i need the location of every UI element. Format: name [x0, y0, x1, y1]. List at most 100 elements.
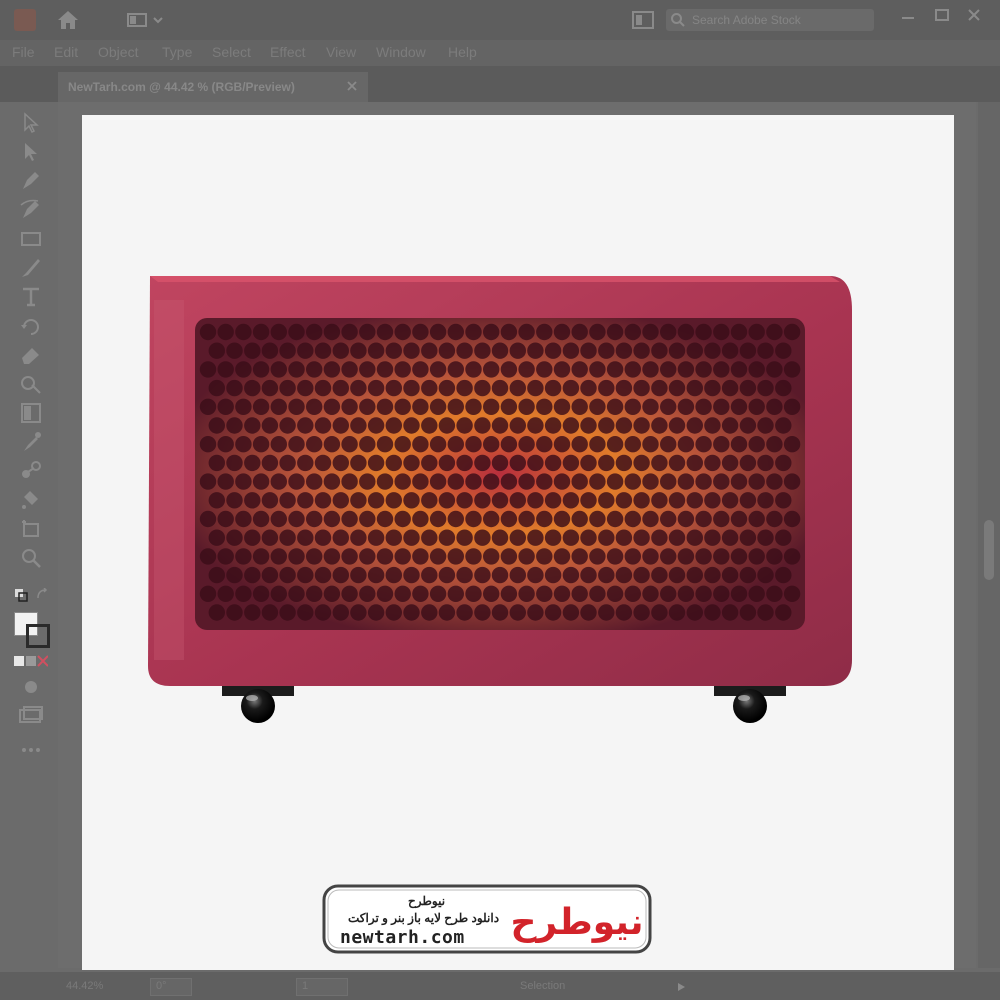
type-tool-icon[interactable] [18, 284, 44, 310]
menu-effect[interactable]: Effect [270, 44, 306, 60]
paintbrush-tool-icon[interactable] [18, 255, 44, 281]
grille-hole [235, 510, 252, 528]
menu-type[interactable]: Type [162, 44, 192, 60]
eraser-tool-icon[interactable] [18, 342, 44, 368]
grille-hole [721, 417, 739, 434]
grille-hole [306, 361, 323, 378]
grille-hole [642, 548, 659, 565]
grille-hole [633, 417, 650, 434]
screen-mode-icon[interactable] [18, 706, 44, 724]
play-icon[interactable] [676, 982, 686, 992]
grille-hole [491, 379, 509, 397]
color-mode-icons[interactable] [14, 654, 48, 668]
grille-hole [615, 566, 633, 584]
grille-hole [270, 510, 287, 528]
grille-hole [403, 379, 420, 397]
grille-hole [668, 604, 686, 621]
stroke-swatch[interactable] [26, 624, 50, 648]
curvature-tool-icon[interactable] [18, 197, 44, 223]
grille-hole [465, 585, 482, 602]
grille-hole [783, 548, 801, 565]
grille-hole [783, 436, 801, 453]
grille-hole [394, 398, 411, 415]
maximize-icon[interactable] [930, 6, 954, 26]
grille-hole [314, 417, 332, 434]
menu-view[interactable]: View [326, 44, 356, 60]
grille-hole [704, 342, 721, 359]
zoom-level[interactable]: 44.42% [66, 980, 103, 992]
app-logo-icon[interactable] [14, 9, 36, 31]
vertical-scrollbar-thumb[interactable] [984, 520, 994, 580]
grille-hole [483, 548, 500, 565]
grille-hole [359, 361, 376, 378]
draw-mode-icon[interactable] [20, 678, 42, 696]
swap-colors-icon[interactable] [36, 588, 50, 602]
pen-tool-icon[interactable] [18, 168, 44, 194]
rectangle-tool-icon[interactable] [18, 226, 44, 252]
grille-hole [447, 323, 464, 341]
default-colors-icon[interactable] [14, 588, 28, 602]
gradient-tool-icon[interactable] [18, 400, 44, 426]
grille-hole [518, 361, 535, 378]
space-heater-artwork[interactable] [140, 270, 860, 730]
shape-builder-tool-icon[interactable] [18, 371, 44, 397]
grille-hole [235, 361, 252, 378]
workspace-switcher-icon[interactable] [126, 11, 166, 29]
grille-hole [571, 323, 588, 341]
document-tab-label[interactable]: NewTarh.com @ 44.42 % (RGB/Preview) [68, 80, 295, 94]
grille-hole [376, 473, 394, 490]
grille-hole [252, 585, 270, 602]
menu-select[interactable]: Select [212, 44, 251, 60]
grille-hole [403, 604, 420, 621]
grille-hole [456, 417, 473, 434]
grille-hole [208, 566, 225, 584]
grille-hole [385, 529, 402, 546]
grille-hole [217, 398, 234, 415]
grille-hole [421, 529, 438, 546]
search-input[interactable] [692, 11, 868, 29]
grille-hole [297, 454, 314, 472]
zoom-tool-icon[interactable] [18, 545, 44, 571]
grille-hole [306, 323, 323, 341]
menu-help[interactable]: Help [448, 44, 477, 60]
eyedropper-tool-icon[interactable] [18, 429, 44, 455]
grille-hole [332, 566, 349, 584]
grille-hole [730, 548, 748, 565]
menu-window[interactable]: Window [376, 44, 426, 60]
grille-hole [668, 342, 686, 359]
direct-selection-tool-icon[interactable] [18, 139, 44, 165]
grille-hole [367, 529, 385, 546]
artboard-tool-icon[interactable] [18, 516, 44, 542]
selection-tool-icon[interactable] [18, 110, 44, 136]
grille-hole [721, 492, 739, 509]
grille-hole [412, 585, 429, 602]
grille-hole [775, 342, 792, 359]
grille-hole [367, 417, 385, 434]
more-tools-icon[interactable] [20, 746, 42, 754]
grille-hole [571, 548, 588, 565]
home-icon[interactable] [56, 9, 80, 31]
grille-hole [589, 323, 606, 341]
menu-object[interactable]: Object [98, 44, 138, 60]
grille-hole [518, 473, 535, 490]
close-icon[interactable] [962, 6, 986, 26]
grille-hole [536, 436, 553, 453]
menu-file[interactable]: File [12, 44, 35, 60]
grille-hole [668, 529, 686, 546]
menu-edit[interactable]: Edit [54, 44, 78, 60]
grille-hole [244, 604, 261, 621]
grille-hole [624, 436, 641, 453]
minimize-icon[interactable] [896, 6, 920, 26]
rotate-tool-icon[interactable] [18, 313, 44, 339]
blend-tool-icon[interactable] [18, 458, 44, 484]
grille-hole [429, 510, 447, 528]
symbol-sprayer-tool-icon[interactable] [18, 487, 44, 513]
grille-hole [686, 417, 703, 434]
grille-hole [456, 566, 473, 584]
arrange-documents-icon[interactable] [630, 10, 656, 30]
grille-hole [429, 585, 447, 602]
grille-hole [367, 342, 385, 359]
grille-hole [244, 529, 261, 546]
grille-hole [376, 361, 394, 378]
tab-close-icon[interactable] [346, 80, 358, 92]
